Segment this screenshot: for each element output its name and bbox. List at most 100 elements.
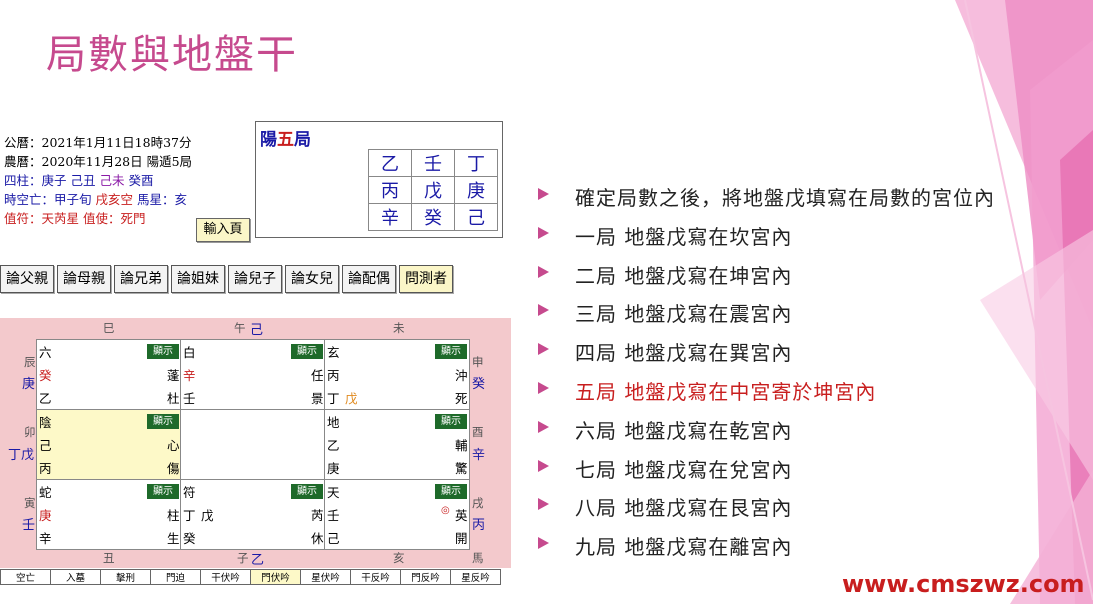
info-void: 時空亡：甲子旬 戌亥空 馬星：亥 xyxy=(4,192,187,207)
relation-son-button[interactable]: 論兒子 xyxy=(228,265,282,293)
bullet-arrow-icon xyxy=(538,304,549,317)
pattern-cell[interactable]: 門伏吟 xyxy=(250,569,301,585)
branch-zi: 子 xyxy=(237,551,249,565)
ju-grid: 乙 壬 丁 丙 戊 庚 辛 癸 己 xyxy=(368,149,498,231)
branch-you-gan: 辛 xyxy=(472,448,486,463)
show-button[interactable]: 顯示 xyxy=(291,344,323,359)
palace-center xyxy=(180,409,326,480)
palace-tian-gan: 辛 xyxy=(183,368,196,383)
palace-tian-gan: 庚 xyxy=(39,508,52,523)
show-button[interactable]: 顯示 xyxy=(435,344,467,359)
palace-kun: 玄 顯示 丙 沖 丁 戊 死 xyxy=(324,339,470,410)
palace-door: 驚 xyxy=(455,461,468,476)
palace-star: 英 xyxy=(455,508,468,523)
palace-door: 杜 xyxy=(167,391,180,406)
palace-di-gan: 辛 xyxy=(39,531,52,546)
palace-extra-gan: 戊 xyxy=(201,508,214,523)
palace-extra-gan: 戊 xyxy=(345,391,358,406)
pattern-cell[interactable]: 干伏吟 xyxy=(200,569,251,585)
palace-li: 白 顯示 辛 任 壬 景 xyxy=(180,339,326,410)
bullet-arrow-icon xyxy=(538,188,549,200)
bullet-arrow-icon xyxy=(538,343,549,356)
palace-god: 白 xyxy=(183,345,196,360)
branch-chen: 辰 xyxy=(24,355,36,369)
chart-info: 公曆：2021年1月11日18時37分 農曆：2020年11月28日 陽遁5局 … xyxy=(4,133,192,228)
relation-buttons: 論父親 論母親 論兄弟 論姐妹 論兒子 論女兒 論配偶 問測者 xyxy=(0,265,453,293)
palace-star: 柱 xyxy=(167,508,180,523)
relation-brother-button[interactable]: 論兄弟 xyxy=(114,265,168,293)
relation-spouse-button[interactable]: 論配偶 xyxy=(342,265,396,293)
ju-panel: 陽五局 乙 壬 丁 丙 戊 庚 辛 癸 己 xyxy=(255,121,503,238)
show-button[interactable]: 顯示 xyxy=(435,414,467,429)
branch-chou: 丑 xyxy=(103,551,115,565)
palace-star: 心 xyxy=(167,438,180,453)
palace-di-gan: 己 xyxy=(327,531,340,546)
palace-tian-gan: 丁 xyxy=(183,508,196,523)
palace-di-gan: 癸 xyxy=(183,531,196,546)
palace-god: 天 xyxy=(327,485,340,500)
info-pillars: 四柱：庚子 己丑 己未 癸酉 xyxy=(4,173,154,188)
relation-daughter-button[interactable]: 論女兒 xyxy=(285,265,339,293)
relation-father-button[interactable]: 論父親 xyxy=(0,265,54,293)
show-button[interactable]: 顯示 xyxy=(147,414,179,429)
palace-star: 芮 xyxy=(311,508,324,523)
pattern-cell[interactable]: 門反吟 xyxy=(400,569,451,585)
pattern-cell[interactable]: 擊刑 xyxy=(100,569,151,585)
input-page-button[interactable]: 輸入頁 xyxy=(196,218,250,242)
branch-si: 巳 xyxy=(103,321,115,335)
qimen-board: 巳 午 己 未 辰 庚 卯 丁戊 寅 壬 申 癸 酉 辛 戌 丙 丑 子 乙 亥… xyxy=(0,318,511,568)
bullet-arrow-icon xyxy=(538,381,549,394)
pattern-cell[interactable]: 門迫 xyxy=(150,569,201,585)
slide-title: 局數與地盤干 xyxy=(46,32,298,78)
palace-star: 蓬 xyxy=(167,368,180,383)
palace-door: 生 xyxy=(167,531,180,546)
ju-cell: 戊 xyxy=(411,176,455,204)
info-lunar: 農曆：2020年11月28日 陽遁5局 xyxy=(4,154,193,169)
branch-shen-gan: 癸 xyxy=(472,377,486,392)
pattern-cell[interactable]: 星反吟 xyxy=(450,569,501,585)
palace-god: 蛇 xyxy=(39,485,52,500)
relation-sister-button[interactable]: 論姐妹 xyxy=(171,265,225,293)
horse-star: 馬 xyxy=(472,551,484,565)
show-button[interactable]: 顯示 xyxy=(147,484,179,499)
palace-mark-icon: ◎ xyxy=(441,505,450,516)
branch-yin-gan: 壬 xyxy=(22,518,36,533)
branch-you: 酉 xyxy=(472,425,484,439)
show-button[interactable]: 顯示 xyxy=(291,484,323,499)
branch-zi-gan: 乙 xyxy=(251,553,265,568)
palace-gen: 蛇 顯示 庚 柱 辛 生 xyxy=(36,479,182,550)
palace-star: 輔 xyxy=(455,438,468,453)
bullet-arrow-icon xyxy=(538,498,549,511)
pattern-cell[interactable]: 星伏吟 xyxy=(300,569,351,585)
palace-di-gan: 庚 xyxy=(327,461,340,476)
branch-shen: 申 xyxy=(472,355,484,369)
palace-tian-gan: 乙 xyxy=(327,438,340,453)
bullet-arrow-icon xyxy=(538,265,549,278)
branch-wu-gan: 己 xyxy=(250,323,264,338)
branch-xu: 戌 xyxy=(472,496,484,510)
info-zhifu: 值符：天芮星 值使：死門 xyxy=(4,211,146,226)
branch-yin: 寅 xyxy=(24,496,36,510)
ju-cell: 癸 xyxy=(411,203,455,231)
palace-qian: 天 顯示 壬 ◎ 英 己 開 xyxy=(324,479,470,550)
ju-cell: 己 xyxy=(454,203,498,231)
pattern-cell[interactable]: 入墓 xyxy=(50,569,101,585)
bullet-arrow-icon xyxy=(538,459,549,472)
palace-di-gan: 丙 xyxy=(39,461,52,476)
pattern-cell[interactable]: 干反吟 xyxy=(350,569,401,585)
palace-door: 休 xyxy=(311,531,324,546)
show-button[interactable]: 顯示 xyxy=(147,344,179,359)
relation-asker-button[interactable]: 問測者 xyxy=(399,265,453,293)
show-button[interactable]: 顯示 xyxy=(435,484,467,499)
ju-cell: 乙 xyxy=(368,149,412,177)
palace-zhen: 陰 顯示 己 心 丙 傷 xyxy=(36,409,182,480)
palace-dui: 地 顯示 乙 輔 庚 驚 xyxy=(324,409,470,480)
relation-mother-button[interactable]: 論母親 xyxy=(57,265,111,293)
ju-cell: 丁 xyxy=(454,149,498,177)
pattern-cell[interactable]: 空亡 xyxy=(0,569,51,585)
palace-tian-gan: 己 xyxy=(39,438,52,453)
palace-kan: 符 顯示 丁 戊 芮 癸 休 xyxy=(180,479,326,550)
palace-door: 景 xyxy=(311,391,324,406)
branch-chen-gan: 庚 xyxy=(22,377,36,392)
branch-mao-gan: 丁戊 xyxy=(8,448,35,463)
